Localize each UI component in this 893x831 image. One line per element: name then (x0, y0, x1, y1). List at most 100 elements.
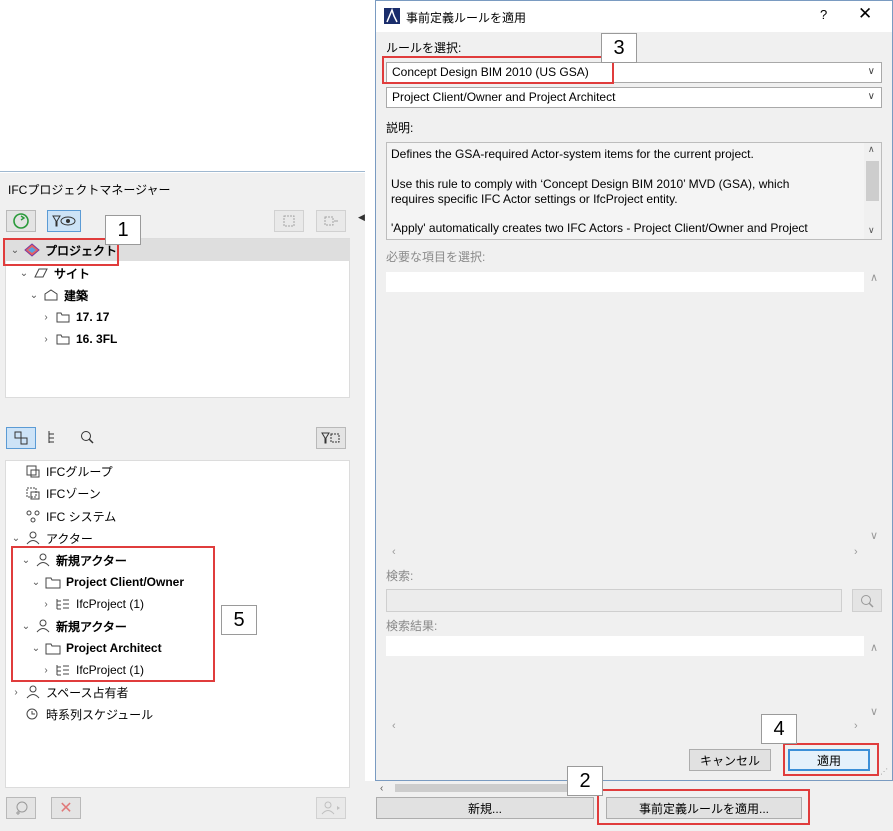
search-input[interactable] (386, 589, 842, 612)
expand-icon (283, 215, 295, 227)
add-item-button[interactable] (6, 797, 36, 819)
chevron-down-icon[interactable]: ⌄ (18, 268, 30, 279)
assign-actor-button[interactable] (316, 797, 346, 819)
schedule-icon (25, 707, 41, 721)
scroll-left-icon[interactable]: ‹ (392, 546, 396, 558)
manager-title-bar: IFCプロジェクトマネージャー (0, 173, 365, 203)
search-results-list[interactable] (386, 636, 864, 656)
rule-option-value: Project Client/Owner and Project Archite… (392, 90, 616, 104)
scroll-right-icon[interactable]: › (854, 720, 858, 732)
storey-icon (55, 332, 71, 346)
description-line: Defines the GSA-required Actor-system it… (391, 147, 754, 161)
site-icon (33, 266, 49, 280)
search-button[interactable] (852, 589, 882, 612)
rule-label: ルールを選択: (386, 41, 462, 55)
filter-eye-icon (52, 215, 76, 227)
resize-grip-icon[interactable]: ⋰ (880, 767, 888, 776)
scroll-up-icon[interactable]: ∧ (870, 271, 878, 284)
actor-assign-icon (321, 801, 340, 815)
scroll-down-icon[interactable]: ∨ (870, 705, 878, 718)
hierarchy-icon[interactable] (46, 429, 62, 448)
collapse-icon (324, 216, 338, 226)
scroll-left-icon[interactable]: ‹ (392, 720, 396, 732)
dialog-titlebar: 事前定義ルールを適用 ? ✕ (376, 1, 892, 32)
tree-item-ifc-system[interactable]: IFC システム (22, 505, 116, 527)
blank-area (0, 0, 365, 172)
delete-icon: ✕ (59, 800, 73, 817)
callout-number-3: 3 (601, 33, 637, 63)
ifc-project-manager-panel: IFCプロジェクトマネージャー ◀ ⌄ プロジェクト ⌄ サイト ⌄ 建築 › … (0, 0, 365, 831)
description-line: requires specific IFC Actor settings or … (391, 192, 678, 206)
add-icon (16, 801, 28, 815)
refresh-icon (13, 213, 29, 229)
chevron-down-icon[interactable]: ⌄ (28, 290, 40, 301)
expand-all-button[interactable] (274, 210, 304, 232)
tree-item-ifc-zone[interactable]: IFCゾーン (22, 482, 101, 504)
tree-item-ifc-group[interactable]: IFCグループ (22, 460, 113, 482)
tree-item-storey-3fl[interactable]: › 16. 3FL (40, 328, 117, 350)
collapse-all-button[interactable] (316, 210, 346, 232)
filter-button[interactable] (316, 427, 346, 449)
archicad-logo-icon (384, 7, 400, 27)
chevron-down-icon: ∨ (867, 66, 875, 77)
callout-number-2: 2 (567, 766, 603, 796)
required-items-list[interactable] (386, 269, 882, 559)
storey-icon (55, 310, 71, 324)
chevron-down-icon[interactable]: ⌄ (10, 533, 22, 544)
callout-box-2 (597, 789, 810, 825)
callout-number-4: 4 (761, 714, 797, 744)
manager-title: IFCプロジェクトマネージャー (8, 183, 171, 197)
description-scrollbar[interactable]: ∧ ∨ (864, 143, 881, 239)
scroll-right-icon[interactable]: › (854, 546, 858, 558)
search-icon[interactable] (79, 429, 95, 448)
system-icon (25, 509, 41, 523)
tree-mode-icon (14, 431, 28, 445)
required-items-label: 必要な項目を選択: (386, 250, 486, 264)
actor-icon (25, 531, 41, 545)
required-items-row (386, 272, 864, 292)
callout-box-4 (783, 743, 879, 776)
description-box: Defines the GSA-required Actor-system it… (386, 142, 882, 240)
chevron-right-icon[interactable]: › (10, 687, 22, 698)
tree-item-space-occupants[interactable]: › スペース占有者 (10, 681, 129, 703)
scrollbar-thumb[interactable] (866, 161, 879, 201)
chevron-down-icon: ∨ (867, 91, 875, 102)
rule-option-select[interactable]: Project Client/Owner and Project Archite… (386, 87, 882, 108)
help-button[interactable]: ? (820, 7, 827, 22)
scroll-down-icon[interactable]: ∨ (868, 225, 875, 236)
chevron-right-icon[interactable]: › (40, 334, 52, 345)
main-hscrollbar-thumb[interactable] (395, 784, 595, 792)
tree-item-building[interactable]: ⌄ 建築 (28, 284, 88, 306)
search-results-label: 検索結果: (386, 619, 438, 633)
scroll-down-icon[interactable]: ∨ (870, 529, 878, 542)
callout-box-3 (382, 56, 614, 84)
filter-icon (321, 432, 340, 444)
refresh-button[interactable] (6, 210, 36, 232)
scroll-up-icon[interactable]: ∧ (870, 641, 878, 654)
tree-item-schedule[interactable]: 時系列スケジュール (22, 703, 153, 725)
tree-mode-button[interactable] (6, 427, 36, 449)
panel-collapse-arrow[interactable]: ◀ (358, 212, 365, 223)
apply-predefined-rule-dialog: 事前定義ルールを適用 ? ✕ ルールを選択: Concept Design BI… (375, 0, 893, 781)
chevron-right-icon[interactable]: › (40, 312, 52, 323)
new-button[interactable]: 新規... (376, 797, 594, 819)
group-icon (25, 464, 41, 478)
tree-item-storey-17[interactable]: › 17. 17 (40, 306, 109, 328)
occupant-icon (25, 685, 41, 699)
delete-button[interactable]: ✕ (51, 797, 81, 819)
close-button[interactable]: ✕ (858, 4, 872, 24)
zone-icon (25, 486, 41, 500)
scroll-up-icon[interactable]: ∧ (868, 144, 875, 155)
building-icon (43, 288, 59, 302)
search-label: 検索: (386, 569, 414, 583)
callout-box-1 (3, 238, 119, 266)
callout-number-1: 1 (105, 215, 141, 245)
description-label: 説明: (386, 121, 414, 135)
callout-number-5: 5 (221, 605, 257, 635)
description-line: Use this rule to comply with ‘Concept De… (391, 177, 790, 191)
cancel-button[interactable]: キャンセル (689, 749, 771, 771)
dialog-title: 事前定義ルールを適用 (406, 11, 527, 25)
search-icon (861, 594, 874, 608)
scroll-left-icon[interactable]: ‹ (380, 783, 388, 794)
filter-view-button[interactable] (47, 210, 81, 232)
